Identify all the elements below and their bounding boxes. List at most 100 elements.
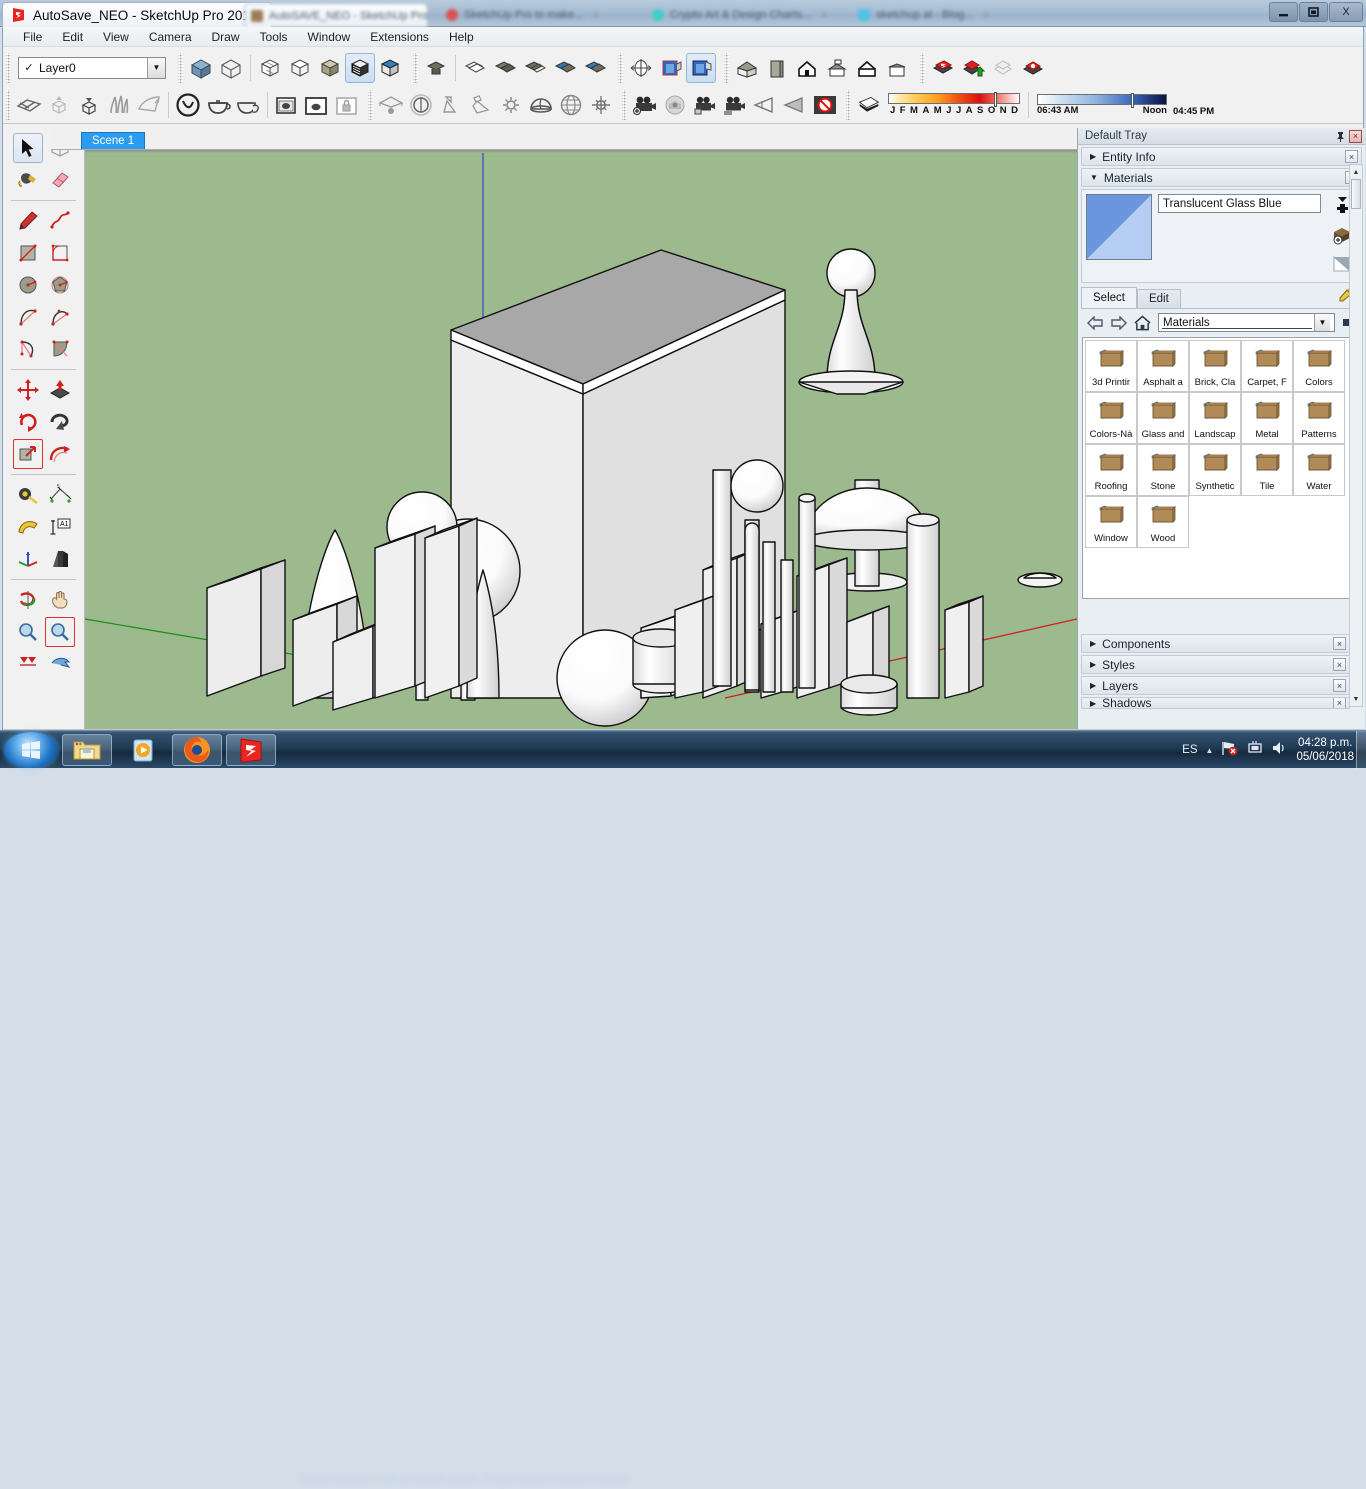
text-icon[interactable]: A1 — [45, 512, 75, 542]
spot-light-icon[interactable] — [436, 90, 466, 120]
material-folder-cell[interactable]: Patterns — [1293, 392, 1345, 444]
material-folder-cell[interactable]: Water — [1293, 444, 1345, 496]
frustum-icon[interactable] — [750, 90, 780, 120]
clock[interactable]: 04:28 p.m. 05/06/2018 — [1296, 736, 1354, 764]
toggle-section-a-icon[interactable] — [550, 53, 580, 83]
scroll-thumb[interactable] — [1351, 179, 1361, 209]
toolbar-grip[interactable] — [618, 52, 623, 83]
browser-tab-2[interactable]: Crypto Art & Design Charts... × — [646, 3, 836, 27]
render-frame-icon[interactable] — [272, 90, 302, 120]
shadow-toggle-icon[interactable] — [854, 90, 884, 120]
app-title-tab[interactable]: AutoSave_NEO - SketchUp Pro 2017 — [2, 2, 273, 27]
toolbar-grip[interactable] — [368, 89, 373, 120]
arrow-right-icon[interactable] — [1110, 314, 1127, 331]
create-material-icon[interactable] — [1334, 195, 1351, 220]
media-player-icon[interactable] — [118, 734, 168, 766]
toggle-section-b-icon[interactable] — [580, 53, 610, 83]
shaded-texture-icon[interactable] — [345, 52, 375, 83]
browser-tab-1[interactable]: SketchUp Pro to make... × — [440, 3, 630, 27]
ies-light-icon[interactable] — [466, 90, 496, 120]
panel-close-icon[interactable]: × — [1345, 150, 1358, 163]
arc-icon[interactable] — [13, 302, 43, 332]
material-folder-cell[interactable]: 3d Printir — [1085, 340, 1137, 392]
lock-render-icon[interactable] — [332, 90, 362, 120]
omni-light-icon[interactable] — [406, 90, 436, 120]
pie-icon[interactable] — [45, 334, 75, 364]
share-component-icon[interactable] — [988, 53, 1018, 83]
tape-measure-icon[interactable] — [13, 480, 43, 510]
stamp-icon[interactable] — [104, 90, 134, 120]
tray-scrollbar[interactable]: ▲ ▼ — [1349, 164, 1363, 707]
scene-tab-1[interactable]: Scene 1 — [81, 132, 146, 149]
frustum-filled-icon[interactable] — [780, 90, 810, 120]
follow-me-icon[interactable] — [45, 407, 75, 437]
hidden-line-icon[interactable] — [255, 53, 285, 83]
iso-view-icon[interactable] — [732, 53, 762, 83]
front-view-icon[interactable] — [792, 53, 822, 83]
browser-tab-0[interactable]: AutoSAVE_NEO - SketchUp Pro 2017 × — [244, 3, 428, 27]
freehand-icon[interactable] — [45, 206, 75, 236]
model-viewport[interactable] — [85, 150, 1077, 729]
material-folder-cell[interactable]: Carpet, F — [1241, 340, 1293, 392]
toolbar-grip[interactable] — [920, 52, 925, 83]
panel-styles[interactable]: ▶ Styles × — [1081, 655, 1350, 674]
material-library-select[interactable]: Materials ▼ — [1158, 313, 1335, 332]
pin-icon[interactable] — [1334, 130, 1346, 142]
previous-view-icon[interactable] — [656, 53, 686, 83]
pan-icon[interactable] — [45, 585, 75, 615]
pencil-icon[interactable] — [13, 206, 43, 236]
menu-extensions[interactable]: Extensions — [360, 28, 439, 46]
material-folder-cell[interactable]: Asphalt a — [1137, 340, 1189, 392]
shaded-icon[interactable] — [315, 53, 345, 83]
tab-close-icon[interactable]: × — [983, 10, 989, 21]
add-camera-icon[interactable] — [630, 90, 660, 120]
menu-file[interactable]: File — [13, 28, 52, 46]
windows-start-icon[interactable] — [4, 732, 58, 768]
light-edit-icon[interactable] — [586, 90, 616, 120]
back-view-icon[interactable] — [852, 53, 882, 83]
panel-entity-info[interactable]: ▶ Entity Info × — [1081, 147, 1362, 166]
scroll-down-icon[interactable]: ▼ — [1351, 693, 1361, 705]
render-icon[interactable] — [173, 90, 203, 120]
tab-select[interactable]: Select — [1081, 287, 1137, 308]
left-view-icon[interactable] — [882, 53, 912, 83]
menu-draw[interactable]: Draw — [202, 28, 250, 46]
material-folder-cell[interactable]: Colors — [1293, 340, 1345, 392]
panel-components[interactable]: ▶ Components × — [1081, 634, 1350, 653]
eraser-icon[interactable] — [45, 165, 75, 195]
solid-box-icon[interactable] — [186, 53, 216, 83]
menu-window[interactable]: Window — [298, 28, 361, 46]
panel-close-icon[interactable]: × — [1333, 637, 1346, 650]
3d-warehouse-icon[interactable] — [928, 53, 958, 83]
material-folder-cell[interactable]: Metal — [1241, 392, 1293, 444]
offset-icon[interactable] — [45, 439, 75, 469]
close-button[interactable]: X — [1329, 2, 1363, 22]
render-region-icon[interactable] — [302, 90, 332, 120]
lock-camera-icon[interactable] — [690, 90, 720, 120]
orbit-icon[interactable] — [13, 585, 43, 615]
panel-shadows[interactable]: ▶ Shadows × — [1081, 697, 1350, 709]
wireframe-icon[interactable] — [285, 53, 315, 83]
tab-edit[interactable]: Edit — [1136, 289, 1181, 308]
drape-icon[interactable] — [134, 90, 164, 120]
interactive-render-icon[interactable] — [233, 90, 263, 120]
menu-tools[interactable]: Tools — [250, 28, 298, 46]
panel-close-icon[interactable]: × — [1333, 698, 1346, 708]
panel-close-icon[interactable]: × — [1333, 679, 1346, 692]
zoom-icon[interactable] — [13, 617, 43, 647]
toolbar-grip[interactable] — [6, 89, 11, 120]
rotate-icon[interactable] — [13, 407, 43, 437]
show-desktop-button[interactable] — [1356, 731, 1366, 769]
chevron-down-icon[interactable]: ▼ — [1314, 314, 1330, 331]
camera-view-icon[interactable] — [660, 90, 690, 120]
display-section-cuts-icon[interactable] — [490, 53, 520, 83]
scale-icon[interactable] — [12, 439, 43, 469]
time-gradient-bar[interactable] — [1037, 92, 1167, 108]
tab-close-icon[interactable]: × — [821, 10, 827, 21]
material-folder-cell[interactable]: Tile — [1241, 444, 1293, 496]
material-folder-grid[interactable]: 3d Printir Asphalt a Brick, Cla Carpet, F Co… — [1082, 337, 1361, 599]
sun-light-icon[interactable] — [496, 90, 526, 120]
material-folder-cell[interactable]: Landscap — [1189, 392, 1241, 444]
zoom-window-icon[interactable] — [44, 617, 75, 647]
right-view-icon[interactable] — [822, 53, 852, 83]
